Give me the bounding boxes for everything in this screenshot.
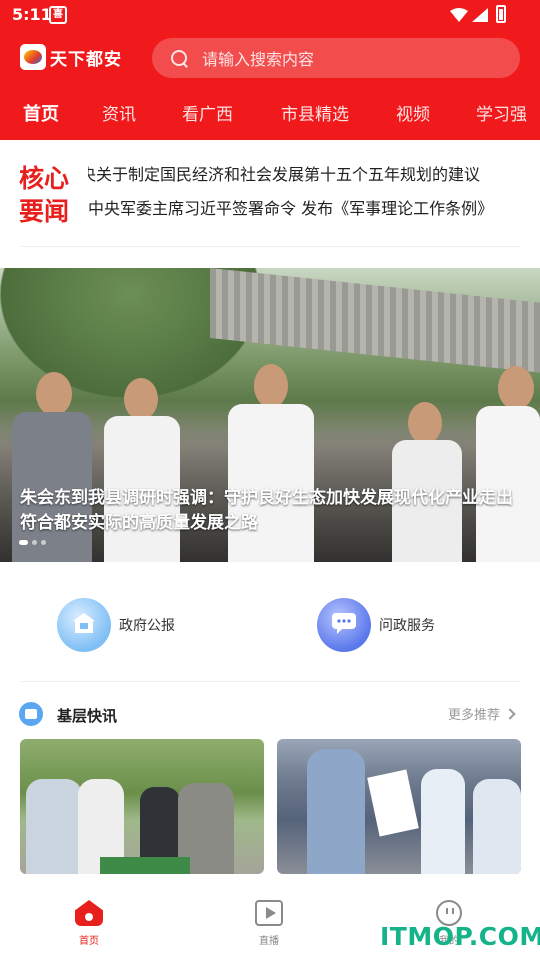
status-bar: 5:11 喜 xyxy=(0,0,540,30)
news-thumbnail[interactable] xyxy=(20,739,264,874)
divider xyxy=(20,246,520,247)
tab-county-picks[interactable]: 市县精选 xyxy=(281,100,349,125)
more-recommendations-link[interactable]: 更多推荐 xyxy=(447,704,516,723)
banner-title[interactable]: 朱会东到我县调研时强调：守护良好生态加快发展现代化产业走出符合都安实际的高质量发… xyxy=(20,486,520,536)
signal-icon xyxy=(472,7,488,26)
divider xyxy=(20,681,520,682)
app-header: 5:11 喜 天下都安 请输入搜索内容 首页 资讯 看广西 市县精选 视频 学习… xyxy=(0,0,540,140)
core-news-list: 央关于制定国民经济和社会发展第十五个五年规划的建议 中央军委主席习近平签署命令 … xyxy=(88,158,520,228)
tab-guangxi[interactable]: 看广西 xyxy=(182,100,233,125)
live-play-icon xyxy=(255,900,283,926)
photo-person xyxy=(392,402,462,562)
nav-live[interactable]: 直播 xyxy=(239,900,299,947)
ask-gov-icon xyxy=(317,598,371,652)
logo-mark-icon xyxy=(20,44,46,70)
section-title: 基层快讯 xyxy=(57,707,118,725)
carousel-dots xyxy=(19,540,46,545)
core-news-label: 核心要闻 xyxy=(19,164,70,226)
tab-study[interactable]: 学习强 xyxy=(476,100,527,125)
grassroots-news-icon xyxy=(19,702,43,726)
core-news-headline[interactable]: 央关于制定国民经济和社会发展第十五个五年规划的建议 xyxy=(88,158,520,192)
core-news: 核心要闻 央关于制定国民经济和社会发展第十五个五年规划的建议 中央军委主席习近平… xyxy=(0,140,540,268)
status-time: 5:11 xyxy=(12,5,52,24)
search-icon xyxy=(170,49,188,67)
battery-icon xyxy=(496,5,506,23)
app-name: 天下都安 xyxy=(50,49,122,70)
search-placeholder: 请输入搜索内容 xyxy=(202,50,315,69)
chevron-right-icon xyxy=(504,707,516,720)
channel-tabs: 首页 资讯 看广西 市县精选 视频 学习强 xyxy=(0,100,540,130)
wifi-icon xyxy=(450,7,468,26)
gov-bulletin-icon xyxy=(57,598,111,652)
carousel-dot[interactable] xyxy=(32,540,37,545)
site-watermark: ITMOP.COM xyxy=(380,922,540,951)
service-gov-bulletin[interactable]: 政府公报 xyxy=(57,598,175,652)
notification-icon: 喜 xyxy=(49,6,67,24)
core-news-headline[interactable]: 中央军委主席习近平签署命令 发布《军事理论工作条例》 xyxy=(88,192,520,226)
service-label: 政府公报 xyxy=(119,618,175,634)
news-thumbnail[interactable] xyxy=(277,739,521,874)
more-label: 更多推荐 xyxy=(447,708,500,723)
search-bar[interactable]: 请输入搜索内容 xyxy=(152,38,520,78)
content-card: 政府公报 问政服务 基层快讯 更多推荐 xyxy=(0,562,540,882)
nav-label: 首页 xyxy=(79,936,99,947)
nav-label: 直播 xyxy=(259,936,279,947)
carousel-dot-active[interactable] xyxy=(19,540,28,545)
tab-video[interactable]: 视频 xyxy=(396,100,430,125)
carousel-dot[interactable] xyxy=(41,540,46,545)
service-label: 问政服务 xyxy=(379,618,435,634)
tab-home[interactable]: 首页 xyxy=(23,100,59,126)
banner-carousel[interactable]: 朱会东到我县调研时强调：守护良好生态加快发展现代化产业走出符合都安实际的高质量发… xyxy=(0,268,540,562)
tab-news[interactable]: 资讯 xyxy=(102,100,136,125)
home-icon xyxy=(75,900,103,926)
app-logo[interactable]: 天下都安 xyxy=(20,44,122,70)
nav-home[interactable]: 首页 xyxy=(59,900,119,947)
service-ask-gov[interactable]: 问政服务 xyxy=(317,598,435,652)
